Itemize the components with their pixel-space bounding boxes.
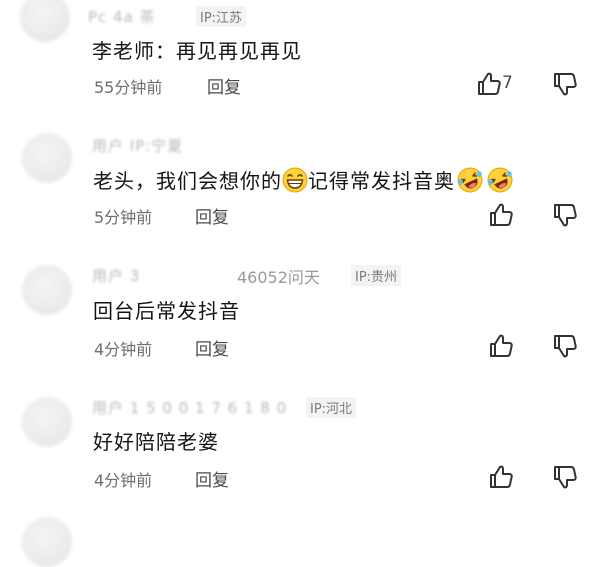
comment-time: 55分钟前 bbox=[94, 78, 163, 97]
comment-text: 李老师：再见再见再见 bbox=[92, 39, 302, 63]
reply-button[interactable]: 回复 bbox=[207, 73, 241, 98]
reply-button[interactable]: 回复 bbox=[195, 466, 229, 491]
thumbs-up-icon[interactable] bbox=[488, 464, 514, 490]
reply-button[interactable]: 回复 bbox=[195, 203, 229, 228]
avatar[interactable] bbox=[22, 517, 72, 567]
comment-item: Pc 4a 茶 IP:江苏 李老师：再见再见再见 55分钟前 回复 7 bbox=[0, 0, 600, 125]
grinning-emoji-icon bbox=[282, 167, 308, 193]
ip-location-badge: IP:贵州 bbox=[351, 265, 402, 286]
comment-time: 4分钟前 bbox=[94, 340, 153, 359]
username[interactable]: 用户 1 5 0 0 1 7 6 1 8 0 bbox=[92, 397, 287, 418]
username[interactable]: 用户 IP:宁夏 bbox=[92, 135, 183, 156]
thumbs-down-icon[interactable] bbox=[552, 71, 578, 97]
username[interactable]: Pc 4a 茶 bbox=[88, 6, 156, 27]
avatar[interactable] bbox=[22, 265, 72, 315]
comment-time: 4分钟前 bbox=[94, 471, 153, 490]
username[interactable]: 用户 3 bbox=[92, 265, 140, 286]
thumbs-up-icon[interactable] bbox=[488, 333, 514, 359]
comment-text: 回台后常发抖音 bbox=[93, 299, 240, 323]
avatar[interactable] bbox=[22, 397, 72, 447]
comment-text-part: 记得常发抖音奥 bbox=[308, 169, 455, 193]
avatar[interactable] bbox=[22, 133, 72, 183]
comment-item: 用户 IP:宁夏 老头，我们会想你的 记得常发抖音奥 5分钟前 回复 bbox=[0, 125, 600, 255]
thumbs-down-icon[interactable] bbox=[552, 464, 578, 490]
reply-button[interactable]: 回复 bbox=[195, 335, 229, 360]
like-count: 7 bbox=[502, 73, 513, 93]
thumbs-down-icon[interactable] bbox=[552, 202, 578, 228]
ip-location-badge: IP:河北 bbox=[306, 397, 357, 418]
thumbs-up-icon[interactable] bbox=[476, 71, 502, 97]
ip-location-badge: IP:江苏 bbox=[196, 6, 247, 27]
thumbs-down-icon[interactable] bbox=[552, 333, 578, 359]
avatar[interactable] bbox=[20, 0, 70, 42]
comment-text-part: 老头，我们会想你的 bbox=[93, 169, 282, 193]
username-visible-part[interactable]: 46052问天 bbox=[237, 264, 320, 288]
comment-item: 用户 1 5 0 0 1 7 6 1 8 0 IP:河北 好好陪陪老婆 4分钟前… bbox=[0, 385, 600, 567]
rolling-laughing-emoji-icon bbox=[457, 167, 483, 193]
comment-text: 好好陪陪老婆 bbox=[93, 430, 219, 454]
thumbs-up-icon[interactable] bbox=[488, 202, 514, 228]
comment-text: 老头，我们会想你的 记得常发抖音奥 bbox=[93, 165, 513, 194]
comment-time: 5分钟前 bbox=[94, 208, 153, 227]
comment-item: 用户 3 46052问天 IP:贵州 回台后常发抖音 4分钟前 回复 bbox=[0, 255, 600, 385]
rolling-laughing-emoji-icon bbox=[487, 167, 513, 193]
